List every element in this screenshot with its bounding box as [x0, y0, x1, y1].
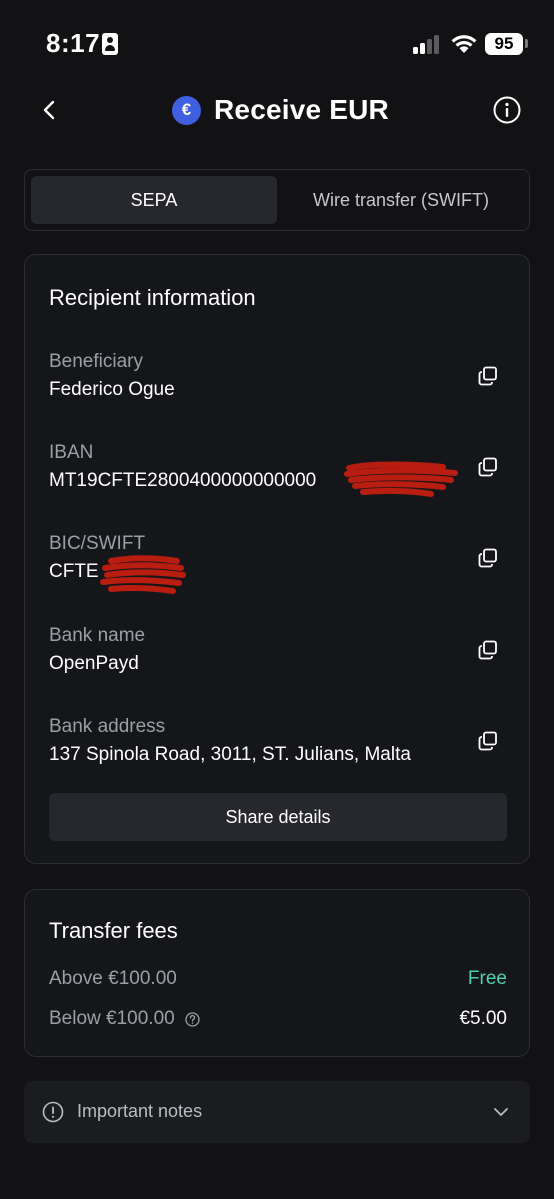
- info-icon[interactable]: [492, 95, 522, 125]
- field-value: Federico Ogue: [49, 379, 175, 400]
- chevron-left-icon: [43, 100, 55, 120]
- copy-icon[interactable]: [477, 365, 499, 387]
- tab-wire-transfer-swift[interactable]: Wire transfer (SWIFT): [277, 176, 525, 224]
- chevron-down-icon: [494, 1108, 508, 1116]
- field-label: IBAN: [49, 442, 94, 463]
- share-details-button[interactable]: Share details: [49, 793, 507, 841]
- field-label: Bank name: [49, 625, 146, 646]
- copy-icon[interactable]: [477, 456, 499, 478]
- copy-icon[interactable]: [477, 639, 499, 661]
- copy-icon[interactable]: [477, 730, 499, 752]
- fee-value-free: Free: [467, 968, 507, 989]
- field-bank-name: Bank name OpenPayd: [49, 625, 507, 695]
- header-title: € Receive EUR: [172, 92, 389, 128]
- fees-card-title: Transfer fees: [49, 918, 178, 943]
- fee-label: Above €100.00: [49, 968, 177, 990]
- transfer-fees-card: Transfer fees Above €100.00 Free Below €…: [24, 889, 530, 1057]
- field-beneficiary: Beneficiary Federico Ogue: [49, 351, 507, 421]
- important-notes-accordion[interactable]: Important notes: [24, 1081, 530, 1143]
- field-value: MT19CFTE2800400000000000: [49, 470, 317, 491]
- field-value: 137 Spinola Road, 3011, ST. Julians, Mal…: [49, 744, 411, 765]
- field-label: BIC/SWIFT: [49, 533, 146, 554]
- battery-icon: 95: [485, 33, 523, 55]
- field-bic-swift: BIC/SWIFT CFTE: [49, 533, 507, 603]
- question-help-icon[interactable]: [185, 1011, 200, 1027]
- important-notes-label: Important notes: [77, 1101, 203, 1121]
- back-button[interactable]: [36, 92, 62, 128]
- recipient-card-title: Recipient information: [49, 285, 256, 310]
- fee-value-amount: €5.00: [459, 1008, 507, 1029]
- fee-label: Below €100.00: [49, 1008, 200, 1030]
- field-label: Beneficiary: [49, 351, 143, 372]
- redaction-scribble: [344, 461, 458, 497]
- cellular-signal-icon: [413, 34, 443, 54]
- redaction-scribble: [100, 555, 186, 594]
- field-value: CFTE: [49, 561, 99, 582]
- battery-tip: [525, 39, 528, 48]
- tab-sepa[interactable]: SEPA: [31, 176, 277, 224]
- fee-row-above: Above €100.00 Free: [49, 968, 507, 994]
- transfer-type-tabs: SEPA Wire transfer (SWIFT): [24, 169, 530, 231]
- alert-circle-icon: [42, 1101, 64, 1123]
- field-bank-address: Bank address 137 Spinola Road, 3011, ST.…: [49, 716, 507, 786]
- fee-label-text: Above €100.00: [49, 968, 177, 989]
- euro-currency-icon: €: [172, 95, 201, 125]
- fee-row-below: Below €100.00 €5.00: [49, 1008, 507, 1034]
- status-time: 8:17: [46, 28, 101, 58]
- field-iban: IBAN MT19CFTE2800400000000000: [49, 442, 507, 512]
- id-card-icon: [102, 33, 118, 55]
- fee-label-text: Below €100.00: [49, 1008, 175, 1029]
- recipient-information-card: Recipient information Beneficiary Federi…: [24, 254, 530, 864]
- status-bar: 8:17 95: [0, 0, 554, 90]
- field-label: Bank address: [49, 716, 166, 737]
- field-value: OpenPayd: [49, 653, 139, 674]
- wifi-icon: [451, 35, 477, 53]
- page-title: Receive EUR: [214, 94, 389, 125]
- copy-icon[interactable]: [477, 547, 499, 569]
